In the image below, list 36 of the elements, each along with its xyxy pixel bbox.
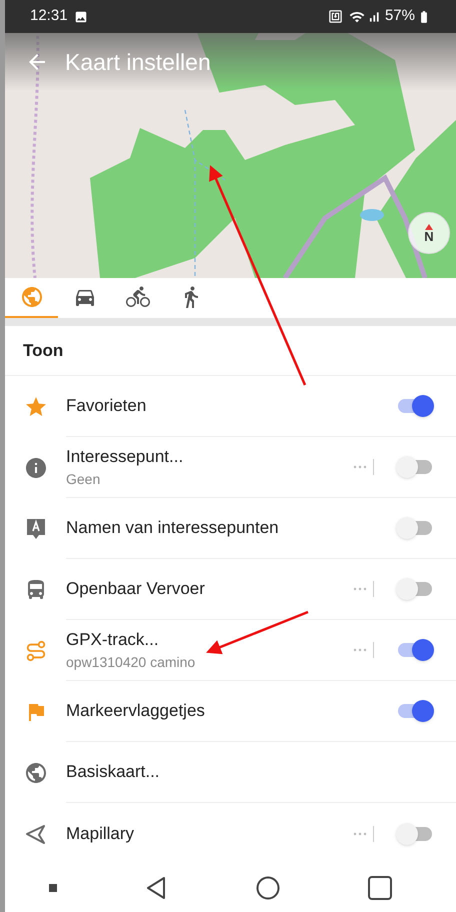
home-circle-icon[interactable] bbox=[256, 876, 280, 900]
toggle-switch[interactable] bbox=[396, 517, 434, 539]
settings-row[interactable]: Favorieten bbox=[5, 376, 456, 437]
row-label: Mapillary bbox=[66, 822, 134, 845]
back-triangle-icon[interactable] bbox=[145, 876, 168, 900]
toggle-switch[interactable] bbox=[396, 639, 434, 661]
row-label: GPX-track... bbox=[66, 628, 159, 651]
settings-row[interactable]: Markeervlaggetjes bbox=[5, 681, 456, 742]
section-title: Toon bbox=[23, 340, 64, 362]
toggle-switch[interactable] bbox=[396, 578, 434, 600]
battery-percentage: 57% bbox=[384, 6, 415, 26]
recent-square-icon[interactable] bbox=[368, 876, 392, 900]
row-label: Basiskaart... bbox=[66, 761, 160, 784]
screen-title: Kaart instellen bbox=[65, 48, 211, 77]
toggle-switch[interactable] bbox=[396, 456, 434, 478]
globe-icon bbox=[20, 285, 44, 309]
toggle-switch[interactable] bbox=[396, 395, 434, 417]
status-time: 12:31 bbox=[30, 6, 68, 26]
row-label: Openbaar Vervoer bbox=[66, 578, 205, 600]
gallery-icon bbox=[74, 10, 88, 24]
bicycle-icon bbox=[126, 285, 150, 309]
settings-row[interactable]: Basiskaart... bbox=[5, 742, 456, 803]
settings-row[interactable]: Openbaar Vervoer bbox=[5, 559, 456, 620]
row-label: Markeervlaggetjes bbox=[66, 700, 205, 722]
settings-row[interactable]: Interessepunt... Geen bbox=[5, 437, 456, 498]
row-label: Interessepunt... bbox=[66, 446, 184, 468]
toggle-switch[interactable] bbox=[396, 822, 434, 844]
row-label: Favorieten bbox=[66, 395, 146, 418]
settings-row[interactable]: Namen van interessepunten bbox=[5, 498, 456, 559]
row-sublabel: Geen bbox=[66, 470, 100, 490]
settings-row[interactable]: Mapillary bbox=[5, 803, 456, 864]
row-sublabel: opw1310420 camino bbox=[66, 653, 196, 672]
nfc-icon bbox=[328, 9, 343, 24]
row-label: Namen van interessepunten bbox=[66, 517, 279, 540]
toggle-switch[interactable] bbox=[396, 700, 434, 722]
settings-row[interactable]: GPX-track... opw1310420 camino bbox=[5, 620, 456, 681]
